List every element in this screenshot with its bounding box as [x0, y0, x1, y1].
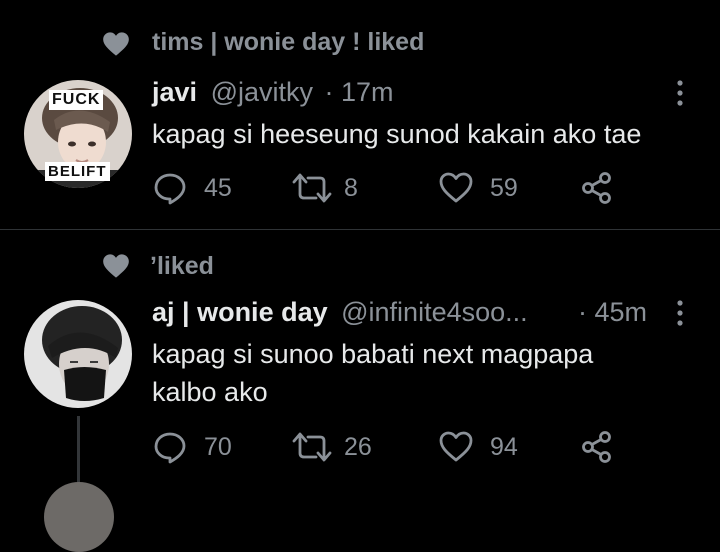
tweet-actions: 45 8 59 — [152, 170, 622, 210]
tweet-2[interactable]: ʼliked aj | wonie day @infinite4soo... ·… — [0, 230, 720, 552]
timestamp[interactable]: · 17m — [325, 77, 394, 107]
share-button[interactable] — [580, 429, 614, 465]
display-name[interactable]: javi — [152, 77, 197, 107]
tweet-text: kapag si heeseung sunod kakain ako tae — [152, 115, 641, 153]
tweet-text: kapag si sunoo babati next magpapa kalbo… — [152, 335, 593, 411]
avatar-sticker-bottom: BELIFT — [45, 162, 110, 181]
like-icon — [439, 431, 473, 462]
heart-icon — [103, 32, 129, 56]
tweet-1[interactable]: tims | wonie day ! liked FUCK BELIFT jav… — [0, 0, 720, 229]
like-count: 94 — [490, 432, 518, 461]
timestamp[interactable]: · 45m — [578, 297, 647, 328]
like-button[interactable]: 59 — [438, 170, 518, 206]
tweet-text-line: kalbo ako — [152, 377, 268, 407]
avatar-image — [24, 300, 132, 408]
reply-icon — [154, 173, 186, 205]
thread-line — [77, 416, 80, 492]
retweet-count: 26 — [344, 432, 372, 461]
avatar-sticker-top: FUCK — [49, 90, 104, 110]
next-avatar-peek — [44, 482, 114, 552]
display-name[interactable]: aj | wonie day — [152, 297, 328, 327]
avatar[interactable] — [24, 300, 132, 408]
more-icon[interactable] — [675, 298, 685, 328]
reply-button[interactable]: 45 — [152, 170, 232, 206]
user-handle[interactable]: @javitky — [211, 77, 313, 107]
retweet-count: 8 — [344, 173, 358, 202]
social-context-text: ʼliked — [150, 252, 214, 280]
social-context-text: tims | wonie day ! liked — [152, 28, 425, 56]
reply-button[interactable]: 70 — [152, 429, 232, 465]
retweet-button[interactable]: 8 — [290, 170, 358, 206]
tweet-text-line: kapag si sunoo babati next magpapa — [152, 339, 594, 369]
user-handle[interactable]: @infinite4soo... — [341, 297, 528, 327]
share-icon — [582, 431, 611, 463]
tweet-header: javi @javitky · 17m — [152, 77, 394, 108]
like-count: 59 — [490, 173, 518, 202]
reply-count: 45 — [204, 173, 232, 202]
share-icon — [582, 172, 611, 204]
reply-count: 70 — [204, 432, 232, 461]
like-button[interactable]: 94 — [438, 429, 518, 465]
like-icon — [439, 172, 473, 203]
share-button[interactable] — [580, 170, 614, 206]
tweet-header: aj | wonie day @infinite4soo... — [152, 297, 528, 328]
more-icon[interactable] — [675, 78, 685, 108]
retweet-icon — [292, 432, 332, 462]
retweet-icon — [292, 173, 332, 203]
heart-icon — [103, 254, 129, 278]
retweet-button[interactable]: 26 — [290, 429, 372, 465]
tweet-text-line: kapag si heeseung sunod kakain ako tae — [152, 119, 642, 149]
tweet-actions: 70 26 94 — [152, 429, 622, 469]
reply-icon — [154, 432, 186, 464]
